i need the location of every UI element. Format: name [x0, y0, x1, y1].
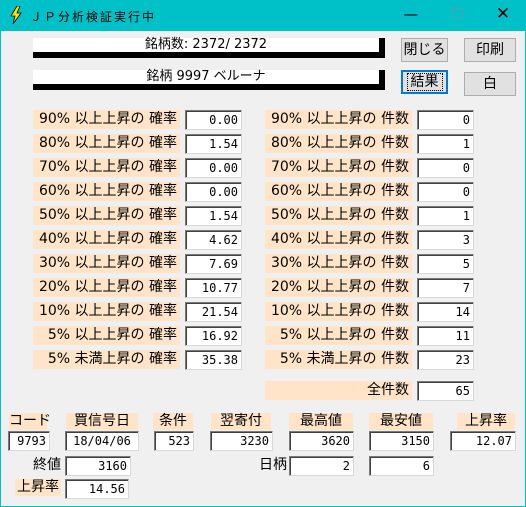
- title-bar[interactable]: ＪＰ分析検証実行中 — ☐ ✕: [0, 0, 526, 31]
- days-to-high-value: 2: [289, 456, 354, 476]
- close-price-label: 終値: [33, 457, 61, 473]
- low-header: 最安値: [369, 413, 433, 430]
- current-stock-label: 銘柄 9997 ベルーナ: [146, 69, 266, 84]
- count-value: 0: [417, 110, 474, 130]
- next-open-value: 3230: [210, 431, 273, 451]
- days-to-low-value: 6: [369, 456, 434, 476]
- probability-value: 4.62: [185, 230, 242, 250]
- count-label: 50% 以上上昇の 件数: [265, 206, 412, 225]
- print-button[interactable]: 印刷: [464, 38, 516, 62]
- next-open-header: 翌寄付: [211, 413, 271, 430]
- count-label: 70% 以上上昇の 件数: [265, 158, 412, 177]
- count-label: 40% 以上上昇の 件数: [265, 230, 412, 249]
- probability-label: 30% 以上上昇の 確率: [33, 254, 180, 273]
- close-button[interactable]: 閉じる: [401, 38, 448, 62]
- count-label: 5% 以上上昇の 件数: [265, 326, 412, 345]
- probability-value: 10.77: [185, 278, 242, 298]
- probability-value: 21.54: [185, 302, 242, 322]
- code-header: コード: [9, 413, 51, 430]
- count-label: 20% 以上上昇の 件数: [265, 278, 412, 297]
- window-title: ＪＰ分析検証実行中: [30, 10, 157, 24]
- rise-rate-value: 12.07: [450, 431, 516, 451]
- count-label: 10% 以上上昇の 件数: [265, 302, 412, 321]
- count-value: 7: [417, 278, 474, 298]
- condition-value: 523: [154, 431, 194, 451]
- total-value: 65: [417, 381, 474, 401]
- count-label: 30% 以上上昇の 件数: [265, 254, 412, 273]
- probability-label: 80% 以上上昇の 確率: [33, 134, 180, 153]
- result-button-label: 結果: [406, 73, 443, 91]
- count-value: 11: [417, 326, 474, 346]
- probability-value: 16.92: [185, 326, 242, 346]
- stock-count-label: 銘柄数: 2372/ 2372: [144, 37, 268, 52]
- probability-value: 0.00: [185, 182, 242, 202]
- rise-rate-header: 上昇率: [457, 413, 515, 430]
- count-value: 5: [417, 254, 474, 274]
- close-rise-label: 上昇率: [15, 479, 61, 496]
- total-label: 全件数: [265, 381, 412, 400]
- count-value: 23: [417, 350, 474, 370]
- count-value: 3: [417, 230, 474, 250]
- minimize-icon[interactable]: —: [388, 0, 434, 31]
- probability-label: 60% 以上上昇の 確率: [33, 182, 180, 201]
- probability-value: 0.00: [185, 158, 242, 178]
- condition-header: 条件: [153, 413, 193, 430]
- probability-label: 20% 以上上昇の 確率: [33, 278, 180, 297]
- count-value: 0: [417, 182, 474, 202]
- current-stock-progress: 銘柄 9997 ベルーナ: [33, 70, 385, 90]
- count-value: 1: [417, 206, 474, 226]
- count-value: 0: [417, 158, 474, 178]
- stock-count-progress: 銘柄数: 2372/ 2372: [33, 38, 385, 58]
- close-icon[interactable]: ✕: [480, 0, 526, 31]
- count-label: 60% 以上上昇の 件数: [265, 182, 412, 201]
- days-label: 日柄: [259, 457, 287, 473]
- count-label: 90% 以上上昇の 件数: [265, 110, 412, 129]
- white-button[interactable]: 白: [464, 72, 516, 96]
- code-value: 9793: [8, 431, 50, 451]
- maximize-icon[interactable]: ☐: [434, 0, 480, 31]
- probability-value: 1.54: [185, 206, 242, 226]
- probability-value: 35.38: [185, 350, 242, 370]
- signal-date-header: 買信号日: [66, 413, 138, 430]
- probability-label: 5% 以上上昇の 確率: [33, 326, 180, 345]
- probability-label: 10% 以上上昇の 確率: [33, 302, 180, 321]
- probability-label: 40% 以上上昇の 確率: [33, 230, 180, 249]
- close-rise-value: 14.56: [65, 479, 129, 499]
- probability-label: 5% 未満上昇の 確率: [33, 350, 180, 369]
- close-price-value: 3160: [65, 456, 131, 476]
- high-value: 3620: [289, 431, 354, 451]
- main-panel: 銘柄数: 2372/ 2372 銘柄 9997 ベルーナ 閉じる 印刷 結果 白…: [1, 31, 525, 506]
- count-label: 5% 未満上昇の 件数: [265, 350, 412, 369]
- high-header: 最高値: [289, 413, 353, 430]
- probability-label: 50% 以上上昇の 確率: [33, 206, 180, 225]
- count-label: 80% 以上上昇の 件数: [265, 134, 412, 153]
- probability-value: 1.54: [185, 134, 242, 154]
- probability-value: 0.00: [185, 110, 242, 130]
- count-value: 1: [417, 134, 474, 154]
- probability-value: 7.69: [185, 254, 242, 274]
- probability-label: 70% 以上上昇の 確率: [33, 158, 180, 177]
- probability-label: 90% 以上上昇の 確率: [33, 110, 180, 129]
- result-button[interactable]: 結果: [401, 70, 448, 94]
- lightning-icon: [10, 6, 22, 24]
- low-value: 3150: [369, 431, 434, 451]
- count-value: 14: [417, 302, 474, 322]
- signal-date-value: 18/04/06: [65, 431, 139, 451]
